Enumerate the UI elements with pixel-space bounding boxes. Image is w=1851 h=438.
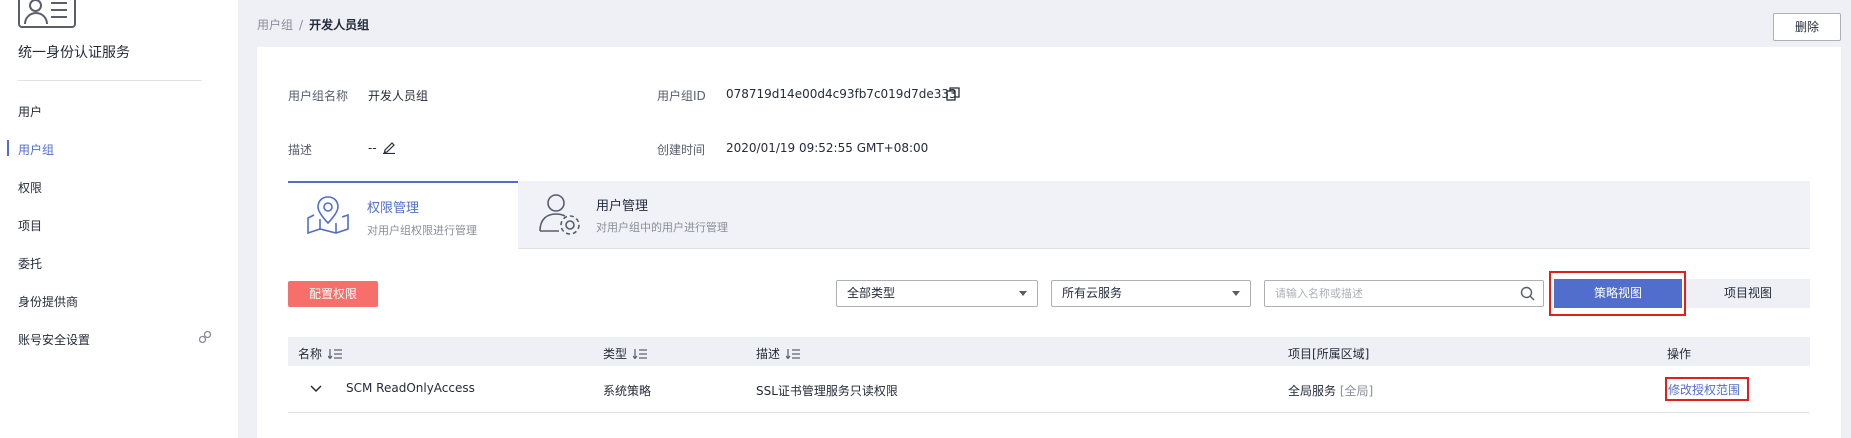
delete-button[interactable]: 删除	[1773, 13, 1841, 41]
map-pin-icon	[307, 196, 349, 235]
policy-name: SCM ReadOnlyAccess	[346, 381, 475, 395]
policy-project-region: [全局]	[1339, 384, 1374, 398]
column-header-name-label: 名称	[298, 347, 323, 361]
column-header-type[interactable]: 类型	[603, 345, 648, 362]
policy-view-button[interactable]: 策略视图	[1554, 279, 1682, 308]
group-name-label: 用户组名称	[288, 89, 349, 103]
edit-icon[interactable]	[382, 140, 396, 154]
tab-user-management-title[interactable]: 用户管理	[596, 195, 648, 214]
policy-description: SSL证书管理服务只读权限	[756, 384, 898, 398]
service-title: 统一身份认证服务	[18, 45, 130, 61]
breadcrumb-current: 开发人员组	[309, 18, 370, 32]
search-input[interactable]	[1275, 281, 1505, 306]
policy-type: 系统策略	[603, 384, 652, 398]
sidebar-divider	[18, 80, 202, 81]
tab-permission-desc: 对用户组权限进行管理	[367, 224, 477, 237]
group-name-value: 开发人员组	[368, 89, 429, 103]
modify-scope-link[interactable]: 修改授权范围	[1668, 381, 1740, 398]
sort-icon[interactable]	[786, 349, 801, 359]
column-header-name[interactable]: 名称	[298, 345, 343, 362]
breadcrumb-parent[interactable]: 用户组	[257, 18, 293, 32]
search-icon[interactable]	[1520, 286, 1535, 301]
policy-project-name: 全局服务	[1288, 384, 1337, 398]
sort-icon[interactable]	[328, 349, 343, 359]
group-id-value: 078719d14e00d4c93fb7c019d7de333	[726, 87, 957, 101]
user-settings-icon[interactable]	[537, 191, 583, 237]
copy-icon[interactable]	[946, 87, 960, 101]
tab-permission-title[interactable]: 权限管理	[367, 197, 419, 216]
sidebar-item-user-groups[interactable]: 用户组	[18, 141, 54, 158]
project-view-button[interactable]: 项目视图	[1686, 279, 1810, 308]
breadcrumb-separator: /	[299, 18, 304, 32]
chevron-down-icon	[1232, 291, 1240, 296]
sidebar-item-permissions[interactable]: 权限	[18, 179, 42, 196]
chevron-down-icon	[1019, 291, 1027, 296]
search-box	[1264, 280, 1544, 307]
sidebar: 统一身份认证服务 用户 用户组 权限 项目 委托 身份提供商 账号安全设置	[0, 0, 238, 438]
column-header-project: 项目[所属区域]	[1288, 347, 1370, 361]
column-header-type-label: 类型	[603, 347, 628, 361]
sidebar-item-security-settings[interactable]: 账号安全设置	[18, 331, 90, 348]
created-time-value: 2020/01/19 09:52:55 GMT+08:00	[726, 141, 929, 155]
chevron-down-icon[interactable]	[309, 384, 323, 394]
tab-divider	[518, 248, 1810, 249]
policy-project: 全局服务 [全局]	[1288, 382, 1373, 399]
column-header-description[interactable]: 描述	[756, 345, 801, 362]
description-label: 描述	[288, 143, 313, 157]
service-select[interactable]: 所有云服务	[1051, 280, 1251, 307]
group-id-label: 用户组ID	[657, 89, 706, 103]
description-value: --	[368, 141, 377, 155]
service-select-value: 所有云服务	[1062, 286, 1123, 300]
created-time-label: 创建时间	[657, 143, 706, 157]
configure-permissions-button[interactable]: 配置权限	[288, 281, 378, 307]
breadcrumb: 用户组 / 开发人员组	[257, 16, 369, 33]
sort-icon[interactable]	[633, 349, 648, 359]
type-select-value: 全部类型	[847, 286, 896, 300]
sidebar-item-users[interactable]: 用户	[18, 103, 42, 120]
id-card-icon	[18, 0, 76, 28]
link-icon[interactable]	[198, 330, 212, 344]
active-indicator	[7, 140, 9, 156]
type-select[interactable]: 全部类型	[836, 280, 1038, 307]
column-header-action: 操作	[1667, 347, 1692, 361]
tab-user-management-desc: 对用户组中的用户进行管理	[596, 221, 728, 234]
table-header	[288, 337, 1810, 366]
sidebar-item-agencies[interactable]: 委托	[18, 255, 42, 272]
sidebar-item-identity-providers[interactable]: 身份提供商	[18, 293, 78, 310]
column-header-description-label: 描述	[756, 347, 781, 361]
sidebar-item-projects[interactable]: 项目	[18, 217, 42, 234]
row-divider	[288, 412, 1810, 413]
